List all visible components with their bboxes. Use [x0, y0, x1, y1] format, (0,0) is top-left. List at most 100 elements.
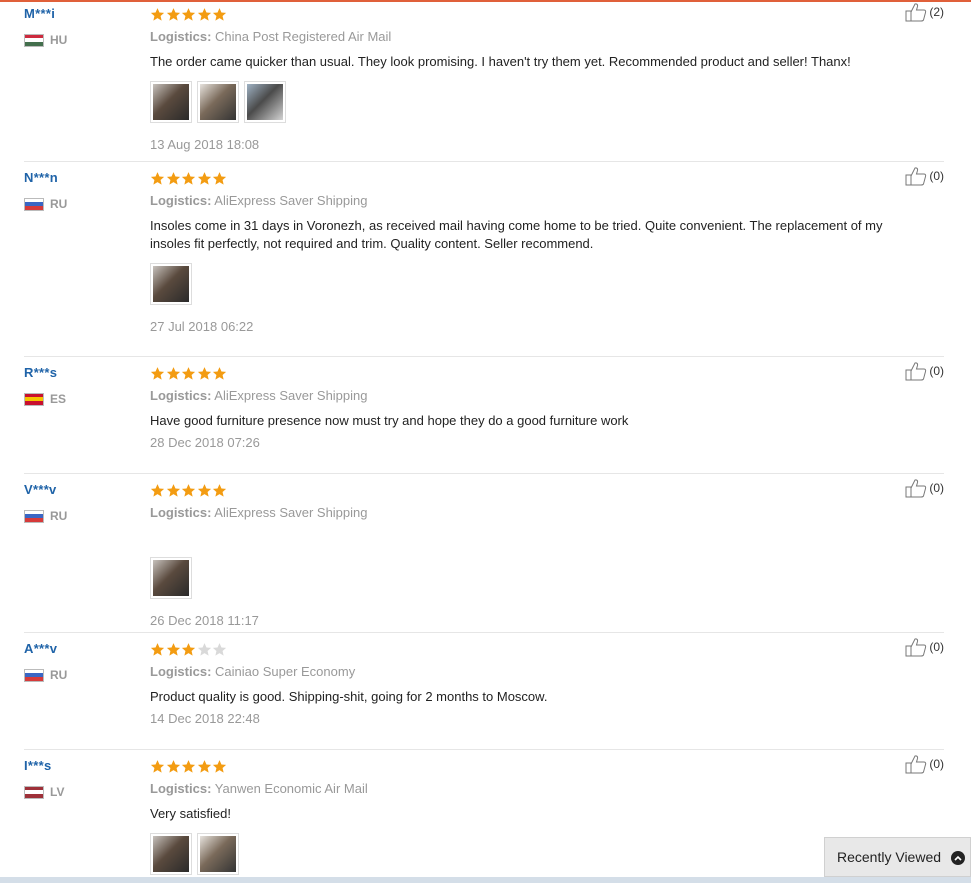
reviewer-name-link[interactable]: N***n: [24, 170, 134, 186]
helpful-button[interactable]: (0): [905, 361, 944, 381]
helpful-button[interactable]: (0): [905, 166, 944, 186]
review-item: A***v RU Logistics: Cainiao Super Economy P…: [24, 633, 944, 750]
star-filled-icon: [197, 171, 212, 186]
review-content: Logistics: Yanwen Economic Air Mail Very …: [150, 758, 930, 883]
star-filled-icon: [181, 642, 196, 657]
country-flag-icon: [24, 668, 44, 682]
star-filled-icon: [150, 366, 165, 381]
logistics-info: Logistics: AliExpress Saver Shipping: [150, 193, 930, 209]
review-photos: [150, 833, 930, 875]
logistics-method: Yanwen Economic Air Mail: [211, 781, 368, 796]
helpful-button[interactable]: (0): [905, 754, 944, 774]
thumbs-up-icon: [905, 638, 927, 657]
recently-viewed-button[interactable]: Recently Viewed: [824, 837, 971, 877]
review-date: 26 Dec 2018 11:17: [150, 613, 259, 628]
insole-photo: [153, 836, 189, 872]
star-filled-icon: [150, 483, 165, 498]
helpful-button[interactable]: (2): [905, 2, 944, 22]
star-rating: [150, 641, 930, 657]
star-filled-icon: [212, 759, 227, 774]
helpful-button[interactable]: (0): [905, 478, 944, 498]
review-text: Product quality is good. Shipping-shit, …: [150, 689, 548, 704]
review-text: Insoles come in 31 days in Voronezh, as …: [150, 218, 883, 251]
star-filled-icon: [181, 366, 196, 381]
country-code: LV: [50, 785, 65, 799]
reviewer-name-link[interactable]: V***v: [24, 482, 134, 498]
helpful-count: (0): [929, 364, 944, 378]
reviewer-name-link[interactable]: A***v: [24, 641, 134, 657]
country-flag-icon: [24, 509, 44, 523]
reviewer-country: HU: [24, 33, 134, 47]
star-filled-icon: [166, 483, 181, 498]
logistics-method: AliExpress Saver Shipping: [211, 193, 368, 208]
reviewer-country: LV: [24, 785, 134, 799]
star-filled-icon: [181, 759, 196, 774]
helpful-count: (0): [929, 481, 944, 495]
thumbs-up-icon: [905, 3, 927, 22]
chevron-up-icon: [951, 851, 965, 865]
logistics-method: China Post Registered Air Mail: [211, 29, 392, 44]
helpful-count: (0): [929, 169, 944, 183]
review-item: I***s LV Logistics: Yanwen Economic Air Ma…: [24, 750, 944, 883]
star-filled-icon: [197, 483, 212, 498]
insole-photo: [247, 84, 283, 120]
star-filled-icon: [212, 7, 227, 22]
reviewer-name-link[interactable]: R***s: [24, 365, 134, 381]
reviewer-info: V***v RU: [24, 482, 134, 523]
review-content: Logistics: China Post Registered Air Mai…: [150, 6, 930, 153]
star-filled-icon: [181, 171, 196, 186]
review-photos: [150, 81, 930, 123]
star-filled-icon: [197, 366, 212, 381]
star-filled-icon: [212, 366, 227, 381]
review-item: V***v RU Logistics: AliExpress Saver Shipp…: [24, 474, 944, 633]
insole-photo: [153, 84, 189, 120]
reviewer-info: R***s ES: [24, 365, 134, 406]
review-photo-thumbnail[interactable]: [150, 833, 192, 875]
recently-viewed-label: Recently Viewed: [837, 849, 942, 865]
star-rating: [150, 365, 930, 381]
helpful-count: (0): [929, 757, 944, 771]
review-photo-thumbnail[interactable]: [197, 81, 239, 123]
reviewer-name-link[interactable]: M***i: [24, 6, 134, 22]
country-code: RU: [50, 509, 68, 523]
reviewer-info: N***n RU: [24, 170, 134, 211]
review-list: M***i HU Logistics: China Post Registered …: [24, 0, 944, 883]
review-item: M***i HU Logistics: China Post Registered …: [24, 0, 944, 162]
star-rating: [150, 6, 930, 22]
bottom-scroll-bar: [0, 877, 971, 883]
review-photo-thumbnail[interactable]: [150, 263, 192, 305]
reviewer-info: A***v RU: [24, 641, 134, 682]
star-empty-icon: [197, 642, 212, 657]
review-text: Very satisfied!: [150, 806, 231, 821]
star-filled-icon: [181, 483, 196, 498]
review-photo-thumbnail[interactable]: [244, 81, 286, 123]
logistics-info: Logistics: Yanwen Economic Air Mail: [150, 781, 930, 797]
logistics-label: Logistics:: [150, 193, 212, 208]
star-filled-icon: [166, 171, 181, 186]
country-flag-icon: [24, 392, 44, 406]
logistics-label: Logistics:: [150, 781, 212, 796]
reviewer-name-link[interactable]: I***s: [24, 758, 134, 774]
helpful-count: (0): [929, 640, 944, 654]
reviewer-info: I***s LV: [24, 758, 134, 799]
logistics-label: Logistics:: [150, 664, 212, 679]
helpful-button[interactable]: (0): [905, 637, 944, 657]
logistics-method: AliExpress Saver Shipping: [211, 388, 368, 403]
insole-photo: [200, 84, 236, 120]
star-filled-icon: [150, 759, 165, 774]
logistics-label: Logistics:: [150, 505, 212, 520]
review-date: 13 Aug 2018 18:08: [150, 137, 260, 152]
review-photo-thumbnail[interactable]: [197, 833, 239, 875]
star-filled-icon: [150, 7, 165, 22]
review-photos: [150, 557, 930, 599]
star-filled-icon: [150, 642, 165, 657]
logistics-info: Logistics: AliExpress Saver Shipping: [150, 388, 930, 404]
helpful-count: (2): [929, 5, 944, 19]
review-date: 27 Jul 2018 06:22: [150, 319, 254, 334]
review-text: The order came quicker than usual. They …: [150, 54, 851, 69]
review-photo-thumbnail[interactable]: [150, 557, 192, 599]
logistics-info: Logistics: China Post Registered Air Mai…: [150, 29, 930, 45]
review-content: Logistics: Cainiao Super Economy Product …: [150, 641, 930, 727]
logistics-info: Logistics: AliExpress Saver Shipping: [150, 505, 930, 521]
review-photo-thumbnail[interactable]: [150, 81, 192, 123]
